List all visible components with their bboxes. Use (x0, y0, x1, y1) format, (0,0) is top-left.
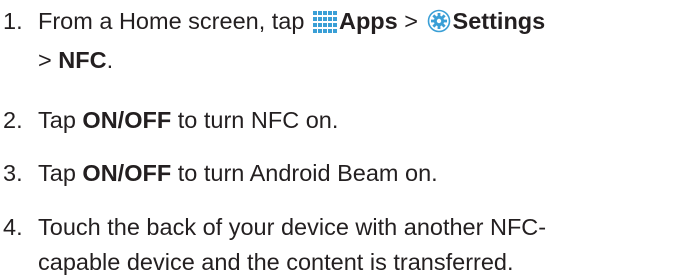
period: . (106, 47, 114, 73)
step-number: 4. (3, 214, 23, 240)
settings-label: Settings (452, 8, 546, 34)
step-text: Touch the back of your device with anoth… (38, 210, 678, 280)
step-text: Tap ON/OFF to turn Android Beam on. (38, 156, 678, 191)
step-text: Tap ON/OFF to turn NFC on. (38, 103, 678, 138)
separator: > (38, 47, 52, 73)
step-text-intro: From a Home screen, tap (38, 8, 305, 34)
step-number: 1. (3, 8, 23, 34)
step-text-rest: to turn Android Beam on. (177, 160, 438, 186)
step-text-rest: to turn NFC on. (177, 107, 339, 133)
on-off-label: ON/OFF (82, 160, 172, 186)
step-number: 2. (3, 107, 23, 133)
step-text-intro: Tap (38, 107, 76, 133)
step-line: Tap ON/OFF to turn Android Beam on. (38, 156, 678, 191)
step-line: From a Home screen, tap Apps > Settings (38, 4, 678, 43)
apps-grid-icon (312, 8, 337, 43)
on-off-label: ON/OFF (82, 107, 172, 133)
step-text: From a Home screen, tap Apps > Settings … (38, 4, 678, 78)
step-line: Tap ON/OFF to turn NFC on. (38, 103, 678, 138)
nfc-label: NFC (58, 47, 107, 73)
step-line-1: Touch the back of your device with anoth… (38, 214, 547, 240)
apps-label: Apps (338, 8, 398, 34)
step-text-intro: Tap (38, 160, 76, 186)
step-line-2: capable device and the content is transf… (38, 249, 514, 275)
separator: > (404, 8, 418, 34)
step-line: > NFC. (38, 43, 678, 78)
step-number: 3. (3, 160, 23, 186)
settings-gear-icon (427, 8, 451, 43)
